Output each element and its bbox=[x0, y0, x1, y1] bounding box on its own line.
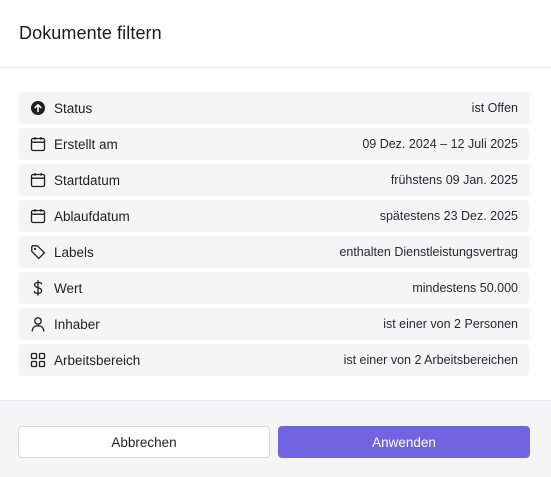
filter-label: Erstellt am bbox=[54, 136, 118, 152]
calendar-icon bbox=[30, 172, 46, 188]
filter-row-workspace[interactable]: Arbeitsbereich ist einer von 2 Arbeitsbe… bbox=[18, 344, 530, 376]
cancel-button[interactable]: Abbrechen bbox=[18, 426, 270, 458]
filter-value: ist Offen bbox=[471, 101, 518, 115]
filter-value: spätestens 23 Dez. 2025 bbox=[379, 209, 518, 223]
filter-row-owner[interactable]: Inhaber ist einer von 2 Personen bbox=[18, 308, 530, 340]
tag-icon bbox=[30, 244, 46, 260]
user-icon bbox=[30, 316, 46, 332]
filter-list: Status ist Offen Erstellt am 09 Dez. 202… bbox=[18, 92, 530, 380]
filter-row-labels[interactable]: Labels enthalten Dienstleistungsvertrag bbox=[18, 236, 530, 268]
filter-value: frühstens 09 Jan. 2025 bbox=[390, 173, 518, 187]
filter-row-start-date[interactable]: Startdatum frühstens 09 Jan. 2025 bbox=[18, 164, 530, 196]
filter-value: ist einer von 2 Personen bbox=[383, 317, 518, 331]
filter-label: Inhaber bbox=[54, 316, 100, 332]
filter-row-value[interactable]: Wert mindestens 50.000 bbox=[18, 272, 530, 304]
apply-button[interactable]: Anwenden bbox=[278, 426, 530, 458]
filter-label: Status bbox=[54, 100, 93, 116]
dialog-header: Dokumente filtern bbox=[0, 0, 551, 68]
dialog-footer: Abbrechen Anwenden bbox=[0, 400, 551, 477]
dollar-icon bbox=[30, 280, 46, 296]
filter-row-created[interactable]: Erstellt am 09 Dez. 2024 – 12 Juli 2025 bbox=[18, 128, 530, 160]
filter-label: Startdatum bbox=[54, 172, 121, 188]
filter-value: enthalten Dienstleistungsvertrag bbox=[339, 245, 518, 259]
filter-label: Ablaufdatum bbox=[54, 208, 130, 224]
filter-dialog: Dokumente filtern Status ist Offen Erste… bbox=[0, 0, 551, 477]
dialog-title: Dokumente filtern bbox=[19, 23, 162, 43]
filter-value: ist einer von 2 Arbeitsbereichen bbox=[343, 353, 518, 367]
grid-icon bbox=[30, 352, 46, 368]
calendar-icon bbox=[30, 136, 46, 152]
filter-label: Arbeitsbereich bbox=[54, 352, 141, 368]
filter-row-expiry-date[interactable]: Ablaufdatum spätestens 23 Dez. 2025 bbox=[18, 200, 530, 232]
filter-value: 09 Dez. 2024 – 12 Juli 2025 bbox=[362, 137, 518, 151]
filter-value: mindestens 50.000 bbox=[412, 281, 518, 295]
filter-row-status[interactable]: Status ist Offen bbox=[18, 92, 530, 124]
filter-label: Wert bbox=[54, 280, 83, 296]
calendar-icon bbox=[30, 208, 46, 224]
arrow-up-circle-icon bbox=[30, 100, 46, 116]
filter-label: Labels bbox=[54, 244, 94, 260]
